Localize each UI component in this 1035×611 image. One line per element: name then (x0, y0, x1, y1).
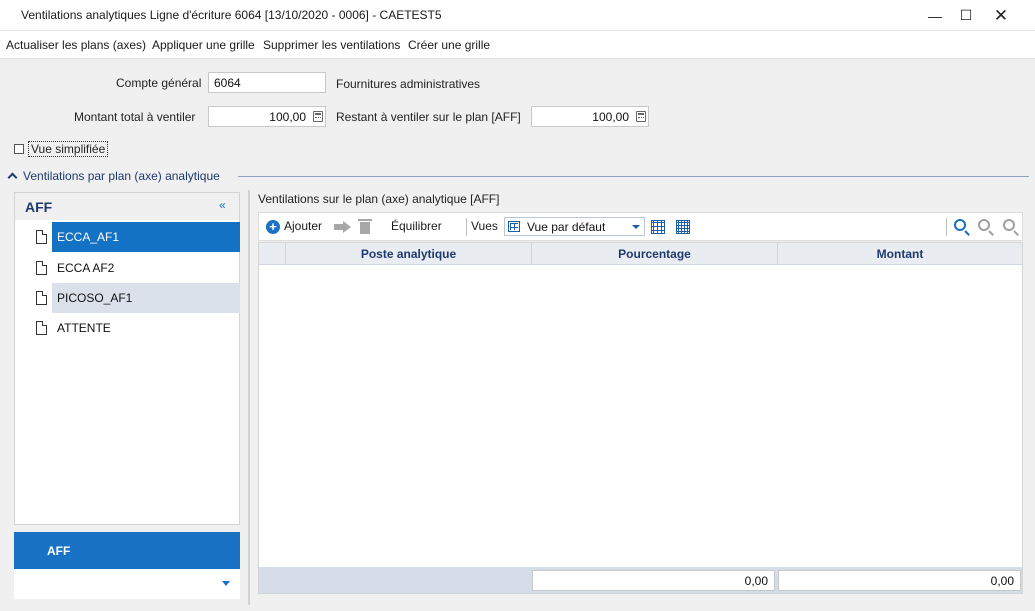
window-title: Ventilations analytiques Ligne d'écritur… (21, 8, 442, 22)
chevron-down-icon[interactable] (222, 581, 230, 586)
column-poste-analytique[interactable]: Poste analytique (285, 243, 531, 265)
panel-splitter[interactable] (248, 190, 250, 605)
ventilations-grid: Poste analytique Pourcentage Montant 0,0… (258, 242, 1023, 594)
menu-appliquer-grille[interactable]: Appliquer une grille (152, 38, 255, 52)
total-montant: 0,00 (778, 570, 1021, 591)
montant-total-field[interactable]: 100,00 (208, 106, 326, 127)
plan-tab-label: AFF (47, 544, 71, 558)
grid-settings-icon[interactable] (651, 220, 665, 234)
search-icon[interactable] (954, 219, 966, 231)
toolbar-separator (466, 218, 467, 236)
delete-icon[interactable] (358, 219, 372, 234)
list-item-label: ECCA AF2 (57, 261, 115, 275)
plan-panel-header: AFF « (15, 193, 239, 220)
search-next-icon[interactable] (1003, 219, 1015, 231)
row-selector-header[interactable] (259, 243, 285, 265)
compte-general-field[interactable]: 6064 (208, 72, 326, 93)
compte-general-label: Compte général (116, 76, 202, 90)
chevron-up-icon[interactable] (7, 172, 18, 183)
search-previous-icon[interactable] (978, 219, 990, 231)
list-item[interactable]: ECCA AF2 (16, 253, 240, 283)
plan-selector[interactable] (14, 569, 240, 599)
list-item-label: PICOSO_AF1 (52, 283, 240, 313)
menu-creer-grille[interactable]: Créer une grille (408, 38, 490, 52)
toolbar-separator (946, 218, 947, 236)
close-button[interactable]: ✕ (983, 0, 1019, 31)
restant-label: Restant à ventiler sur le plan [AFF] (336, 110, 521, 124)
calculator-icon[interactable] (313, 111, 323, 122)
grid-view-icon (508, 221, 520, 232)
title-bar: Ventilations analytiques Ligne d'écritur… (0, 0, 1035, 31)
grid-header: Poste analytique Pourcentage Montant (259, 243, 1022, 265)
menu-supprimer-ventilations[interactable]: Supprimer les ventilations (263, 38, 400, 52)
compte-description: Fournitures administratives (336, 77, 481, 91)
section-title: Ventilations par plan (axe) analytique (23, 169, 220, 183)
document-icon (36, 291, 47, 305)
vue-simplifiee-checkbox[interactable] (14, 144, 24, 154)
list-item[interactable]: PICOSO_AF1 (16, 283, 240, 313)
list-item[interactable]: ATTENTE (16, 313, 240, 343)
maximize-button[interactable]: ☐ (948, 0, 984, 31)
add-button[interactable]: Ajouter (284, 213, 322, 240)
chevron-down-icon[interactable] (632, 225, 640, 229)
restant-field[interactable]: 100,00 (531, 106, 649, 127)
document-icon (36, 321, 47, 335)
column-montant[interactable]: Montant (777, 243, 1022, 265)
ventilations-title: Ventilations sur le plan (axe) analytiqu… (258, 192, 500, 206)
total-pourcentage: 0,00 (532, 570, 775, 591)
list-item[interactable]: ECCA_AF1 (16, 222, 240, 252)
plan-list-panel: AFF « ECCA_AF1 ECCA AF2 PICOSO_AF1 ATTEN… (14, 192, 240, 525)
document-icon (36, 261, 47, 275)
document-icon (36, 230, 47, 244)
view-select-value: Vue par défaut (527, 220, 606, 234)
section-header[interactable]: Ventilations par plan (axe) analytique (7, 169, 220, 183)
add-icon[interactable]: + (266, 220, 280, 234)
view-select[interactable]: Vue par défaut (504, 217, 645, 236)
menu-bar: Actualiser les plans (axes) Appliquer un… (0, 31, 1035, 59)
grid-toolbar: + Ajouter Équilibrer Vues Vue par défaut (258, 212, 1023, 241)
list-item-label: ECCA_AF1 (52, 222, 240, 252)
menu-actualiser-plans[interactable]: Actualiser les plans (axes) (6, 38, 146, 52)
section-divider (238, 176, 1029, 177)
plan-tab-aff[interactable]: AFF (14, 532, 240, 569)
grid-layout-icon[interactable] (676, 220, 690, 234)
plan-panel-title: AFF (25, 199, 53, 215)
grid-footer: 0,00 0,00 (259, 567, 1022, 593)
calculator-icon[interactable] (636, 111, 646, 122)
vue-simplifiee-label[interactable]: Vue simplifiée (28, 141, 109, 157)
vues-label: Vues (471, 219, 498, 233)
equilibrer-button[interactable]: Équilibrer (391, 213, 442, 240)
list-item-label: ATTENTE (57, 321, 111, 335)
column-pourcentage[interactable]: Pourcentage (531, 243, 777, 265)
arrow-right-icon[interactable] (334, 221, 351, 233)
collapse-panel-button[interactable]: « (219, 198, 226, 212)
montant-total-label: Montant total à ventiler (74, 110, 196, 124)
